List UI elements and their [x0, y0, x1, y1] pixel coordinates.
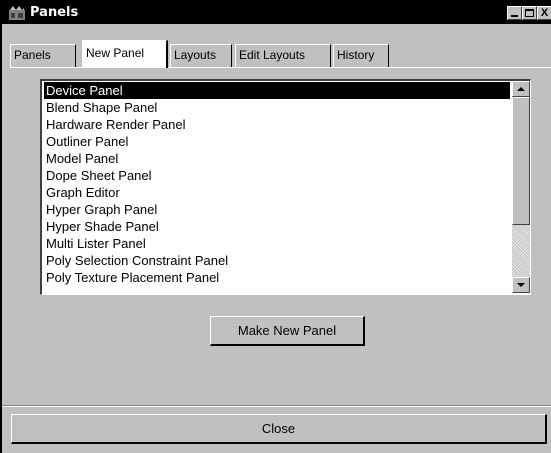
- list-item[interactable]: Hyper Graph Panel: [44, 201, 510, 218]
- list-item[interactable]: Hyper Shade Panel: [44, 218, 510, 235]
- list-item[interactable]: Outliner Panel: [44, 133, 510, 150]
- minimize-button[interactable]: [507, 6, 522, 20]
- minimize-icon: [511, 15, 518, 17]
- list-item[interactable]: Hardware Render Panel: [44, 116, 510, 133]
- list-item[interactable]: Multi Lister Panel: [44, 235, 510, 252]
- list-item[interactable]: Device Panel: [44, 82, 510, 99]
- list-item[interactable]: Dope Sheet Panel: [44, 167, 510, 184]
- tab-new-panel[interactable]: New Panel: [82, 40, 168, 68]
- maximize-button[interactable]: [522, 6, 537, 20]
- divider-highlight: [2, 406, 551, 407]
- list-item[interactable]: Poly Texture Placement Panel: [44, 269, 510, 286]
- title-bar[interactable]: Panels X: [2, 2, 551, 24]
- list-items: Device Panel Blend Shape Panel Hardware …: [44, 82, 510, 286]
- make-new-panel-button[interactable]: Make New Panel: [210, 316, 365, 346]
- scroll-down-button[interactable]: [512, 277, 530, 293]
- panel-type-list[interactable]: Device Panel Blend Shape Panel Hardware …: [40, 79, 531, 295]
- arrow-down-icon: [517, 283, 525, 287]
- panels-window: Panels X Panels New Panel Layouts Edit L…: [0, 0, 551, 453]
- list-item[interactable]: Blend Shape Panel: [44, 99, 510, 116]
- list-item[interactable]: Model Panel: [44, 150, 510, 167]
- maximize-icon: [525, 9, 534, 17]
- scroll-thumb[interactable]: [512, 97, 530, 225]
- tab-panels[interactable]: Panels: [10, 44, 76, 67]
- close-button[interactable]: Close: [11, 414, 547, 444]
- tab-layouts[interactable]: Layouts: [170, 44, 232, 67]
- app-icon[interactable]: [8, 5, 26, 21]
- scroll-up-button[interactable]: [512, 81, 530, 97]
- list-scrollbar[interactable]: [512, 81, 530, 293]
- arrow-up-icon: [517, 87, 525, 91]
- close-window-button[interactable]: X: [537, 6, 551, 20]
- window-title: Panels: [30, 5, 79, 20]
- tab-history[interactable]: History: [333, 44, 389, 67]
- tab-edit-layouts[interactable]: Edit Layouts: [235, 44, 331, 67]
- list-item[interactable]: Graph Editor: [44, 184, 510, 201]
- list-item[interactable]: Poly Selection Constraint Panel: [44, 252, 510, 269]
